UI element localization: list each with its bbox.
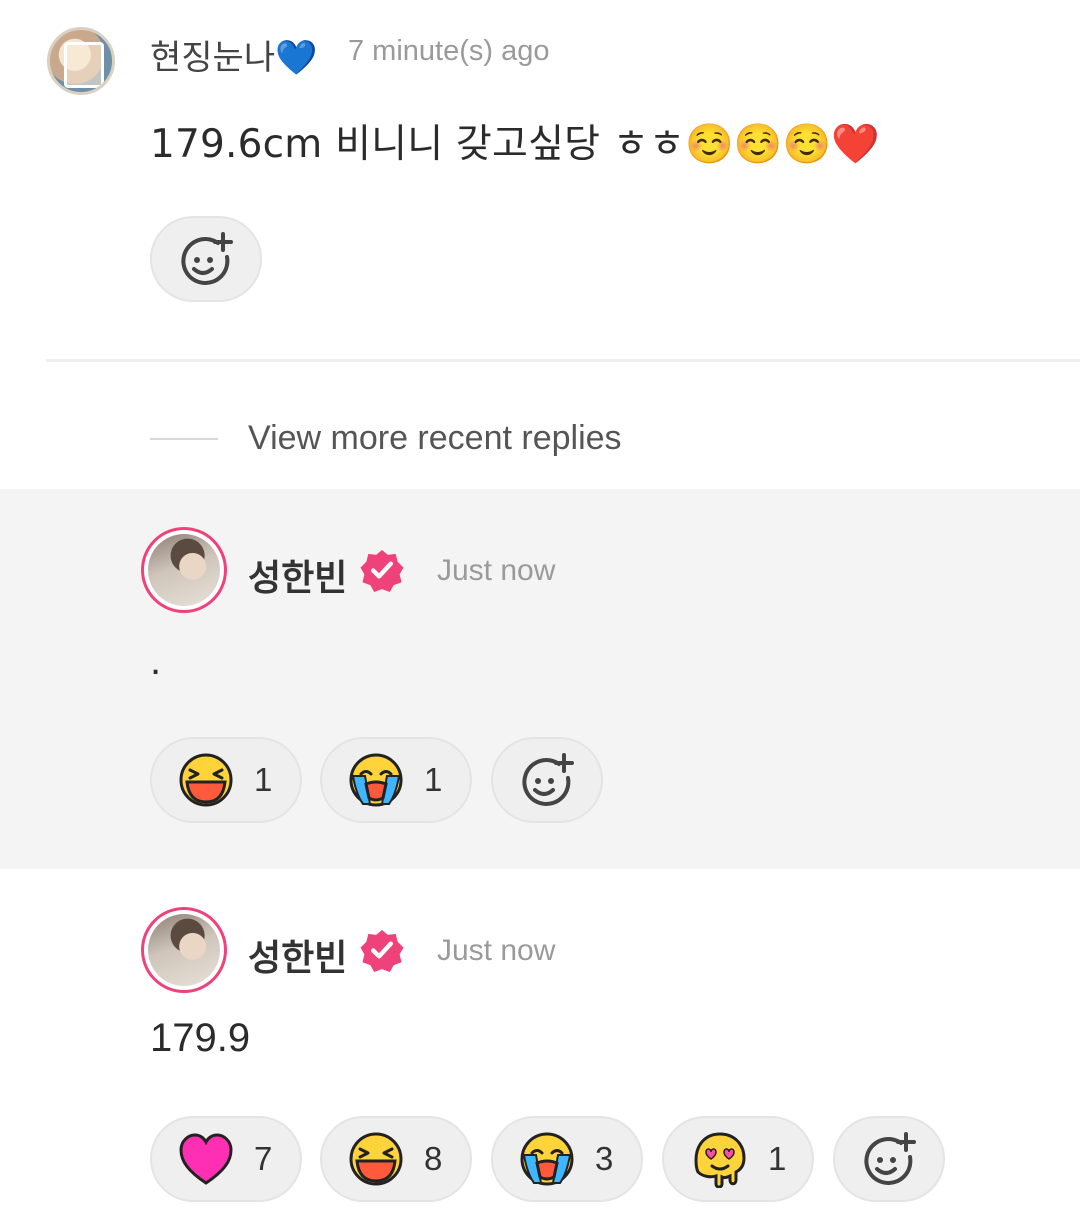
reaction-cry[interactable]: 1 [320, 737, 472, 823]
add-emoji-icon [522, 753, 574, 807]
verified-badge-icon [360, 929, 404, 973]
view-more-line [150, 438, 218, 440]
comment-author[interactable]: 현징눈나💙 [150, 30, 317, 79]
reaction-count: 7 [254, 1140, 273, 1177]
divider [46, 359, 1080, 362]
reaction-count: 1 [254, 761, 273, 798]
reaction-count: 1 [424, 761, 443, 798]
verified-badge-icon [360, 549, 404, 593]
reply-text: . [150, 639, 162, 683]
crying-emoji-icon [520, 1132, 574, 1186]
reaction-melting-love[interactable]: 1 [662, 1116, 814, 1202]
reply-item: 성한빈 Just now . 1 1 [0, 489, 1080, 869]
reaction-count: 3 [595, 1140, 614, 1177]
reply-timestamp: Just now [437, 934, 556, 967]
avatar[interactable] [141, 527, 227, 613]
add-reaction-button[interactable] [491, 737, 603, 823]
melting-love-emoji-icon [694, 1132, 746, 1188]
view-more-replies-button[interactable]: View more recent replies [248, 419, 622, 458]
reaction-cry[interactable]: 3 [491, 1116, 643, 1202]
reply-item: 성한빈 Just now 179.9 7 8 3 1 [0, 869, 1080, 1222]
add-emoji-icon [181, 232, 233, 286]
add-reaction-button[interactable] [833, 1116, 945, 1202]
reaction-laugh[interactable]: 8 [320, 1116, 472, 1202]
add-reaction-button[interactable] [150, 216, 262, 302]
reaction-count: 1 [768, 1140, 787, 1177]
comment-timestamp: 7 minute(s) ago [348, 35, 550, 67]
avatar[interactable] [47, 27, 115, 95]
laughing-emoji-icon [179, 753, 233, 807]
reaction-heart[interactable]: 7 [150, 1116, 302, 1202]
avatar[interactable] [141, 907, 227, 993]
reaction-count: 8 [424, 1140, 443, 1177]
reply-text: 179.9 [150, 1016, 251, 1060]
reply-author[interactable]: 성한빈 [248, 549, 347, 601]
laughing-emoji-icon [349, 1132, 403, 1186]
parent-comment: 현징눈나💙 7 minute(s) ago 179.6cm 비니니 갖고싶당 ㅎ… [0, 0, 1080, 362]
add-emoji-icon [864, 1132, 916, 1186]
comment-thread: 현징눈나💙 7 minute(s) ago 179.6cm 비니니 갖고싶당 ㅎ… [0, 0, 1080, 1222]
reply-timestamp: Just now [437, 554, 556, 587]
reply-author[interactable]: 성한빈 [248, 929, 347, 981]
comment-text: 179.6cm 비니니 갖고싶당 ㅎㅎ☺️☺️☺️❤️ [150, 122, 881, 167]
crying-emoji-icon [349, 753, 403, 807]
heart-icon [179, 1133, 233, 1185]
reaction-laugh[interactable]: 1 [150, 737, 302, 823]
